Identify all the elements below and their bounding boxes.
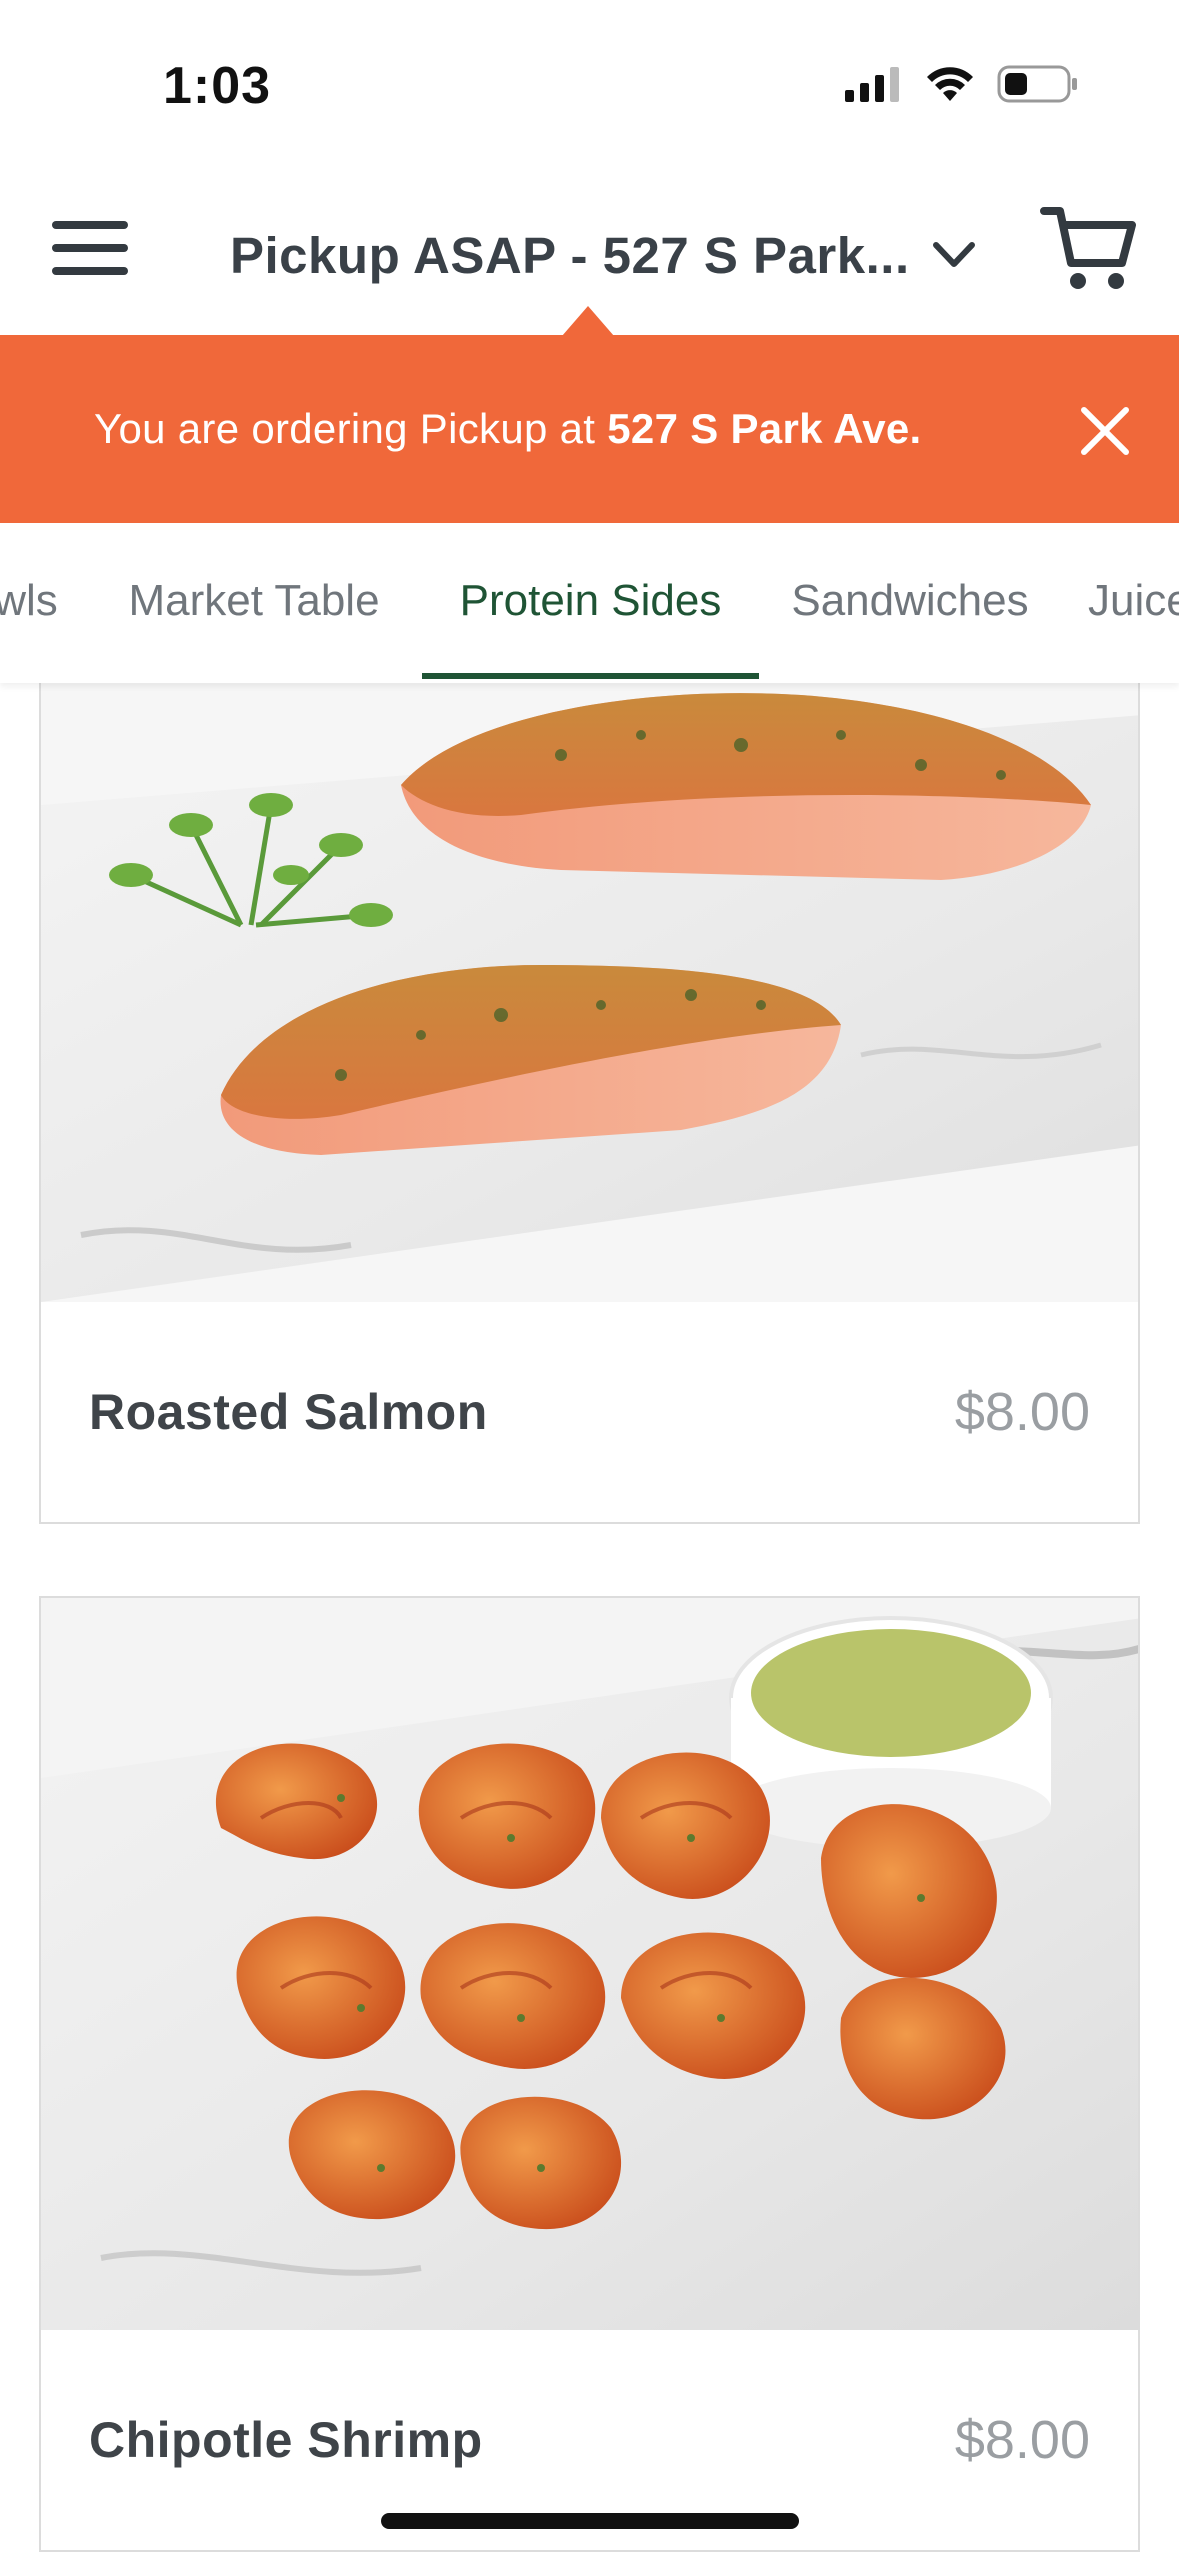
salmon-illustration — [41, 683, 1138, 1302]
menu-item-card[interactable]: Chipotle Shrimp $8.00 — [39, 1596, 1140, 2552]
cellular-signal-icon — [845, 67, 899, 102]
hamburger-menu-icon[interactable] — [50, 213, 130, 283]
banner-pointer — [562, 306, 614, 336]
menu-item-name: Roasted Salmon — [89, 1384, 488, 1440]
tab-protein-sides[interactable]: Protein Sides — [422, 523, 759, 679]
shopping-cart-icon[interactable] — [1040, 199, 1140, 299]
menu-item-list: Roasted Salmon $8.00 Chipotle Shrimp $8.… — [0, 683, 1179, 2556]
tab-juice[interactable]: Juice — [1088, 523, 1179, 679]
pickup-location-label: Pickup ASAP - 527 S Park... — [230, 226, 910, 284]
status-bar: 1:03 — [0, 0, 1179, 175]
menu-item-price: $8.00 — [954, 2410, 1090, 2470]
menu-item-footer: Roasted Salmon $8.00 — [41, 1302, 1138, 1522]
menu-item-card[interactable]: Roasted Salmon $8.00 — [39, 683, 1140, 1524]
banner-address: 527 S Park Ave. — [607, 405, 922, 452]
shrimp-illustration — [41, 1598, 1138, 2330]
menu-item-name: Chipotle Shrimp — [89, 2412, 483, 2468]
close-icon[interactable] — [1078, 404, 1132, 458]
banner-message: You are ordering Pickup at 527 S Park Av… — [94, 335, 922, 523]
pickup-location-selector[interactable]: Pickup ASAP - 527 S Park... — [230, 205, 976, 305]
roasted-salmon-image — [41, 683, 1138, 1302]
battery-icon — [997, 65, 1077, 103]
tab-market-table[interactable]: Market Table — [124, 523, 384, 679]
category-tabs: wls Market Table Protein Sides Sandwiche… — [0, 523, 1179, 683]
chipotle-shrimp-image — [41, 1598, 1138, 2330]
home-indicator — [381, 2513, 799, 2529]
menu-item-price: $8.00 — [954, 1382, 1090, 1442]
active-tab-indicator — [422, 673, 759, 679]
wifi-icon — [927, 67, 973, 101]
tab-sandwiches[interactable]: Sandwiches — [780, 523, 1040, 679]
status-time: 1:03 — [163, 57, 272, 115]
pickup-notice-banner: You are ordering Pickup at 527 S Park Av… — [0, 335, 1179, 523]
status-icons — [843, 64, 1079, 104]
banner-message-prefix: You are ordering Pickup at — [94, 405, 596, 452]
chevron-down-icon — [932, 242, 975, 267]
tab-bowls[interactable]: wls — [0, 523, 58, 679]
